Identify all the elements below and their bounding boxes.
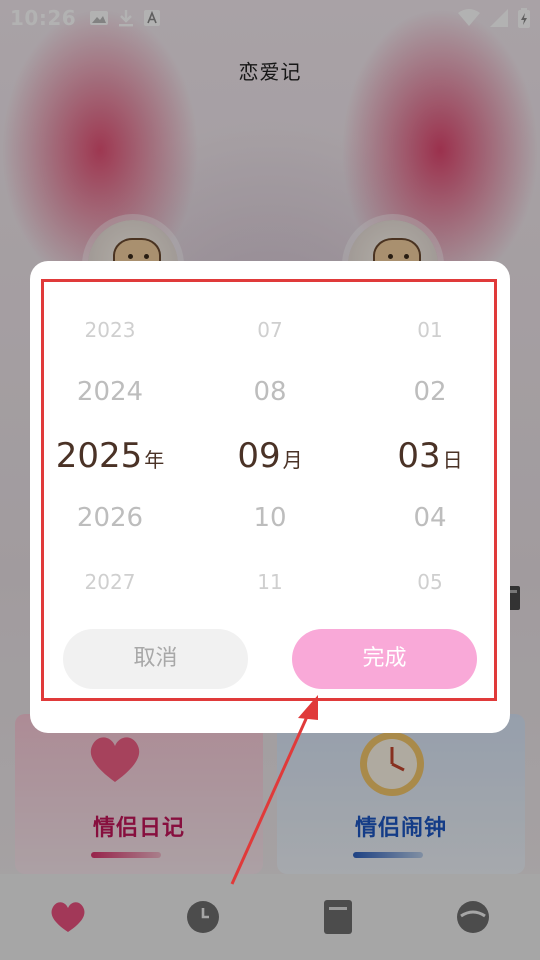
day-option[interactable]: 01 — [350, 318, 510, 342]
month-option[interactable]: 10 — [190, 503, 350, 533]
cancel-button[interactable]: 取消 — [63, 629, 248, 689]
done-button[interactable]: 完成 — [292, 629, 477, 689]
month-option[interactable]: 07 — [190, 318, 350, 342]
day-option[interactable]: 05 — [350, 570, 510, 594]
year-option[interactable]: 2023 — [30, 318, 190, 342]
month-selected[interactable]: 09 月 — [190, 436, 350, 476]
month-option[interactable]: 08 — [190, 377, 350, 407]
day-option[interactable]: 02 — [350, 377, 510, 407]
year-option[interactable]: 2024 — [30, 377, 190, 407]
year-option[interactable]: 2026 — [30, 503, 190, 533]
year-option[interactable]: 2027 — [30, 570, 190, 594]
date-picker-dialog: 2023 2024 2025 年 2026 2027 07 08 09 月 10 1… — [30, 261, 510, 733]
day-selected[interactable]: 03 日 — [350, 436, 510, 476]
day-option[interactable]: 04 — [350, 503, 510, 533]
month-option[interactable]: 11 — [190, 570, 350, 594]
year-selected[interactable]: 2025 年 — [30, 436, 190, 476]
